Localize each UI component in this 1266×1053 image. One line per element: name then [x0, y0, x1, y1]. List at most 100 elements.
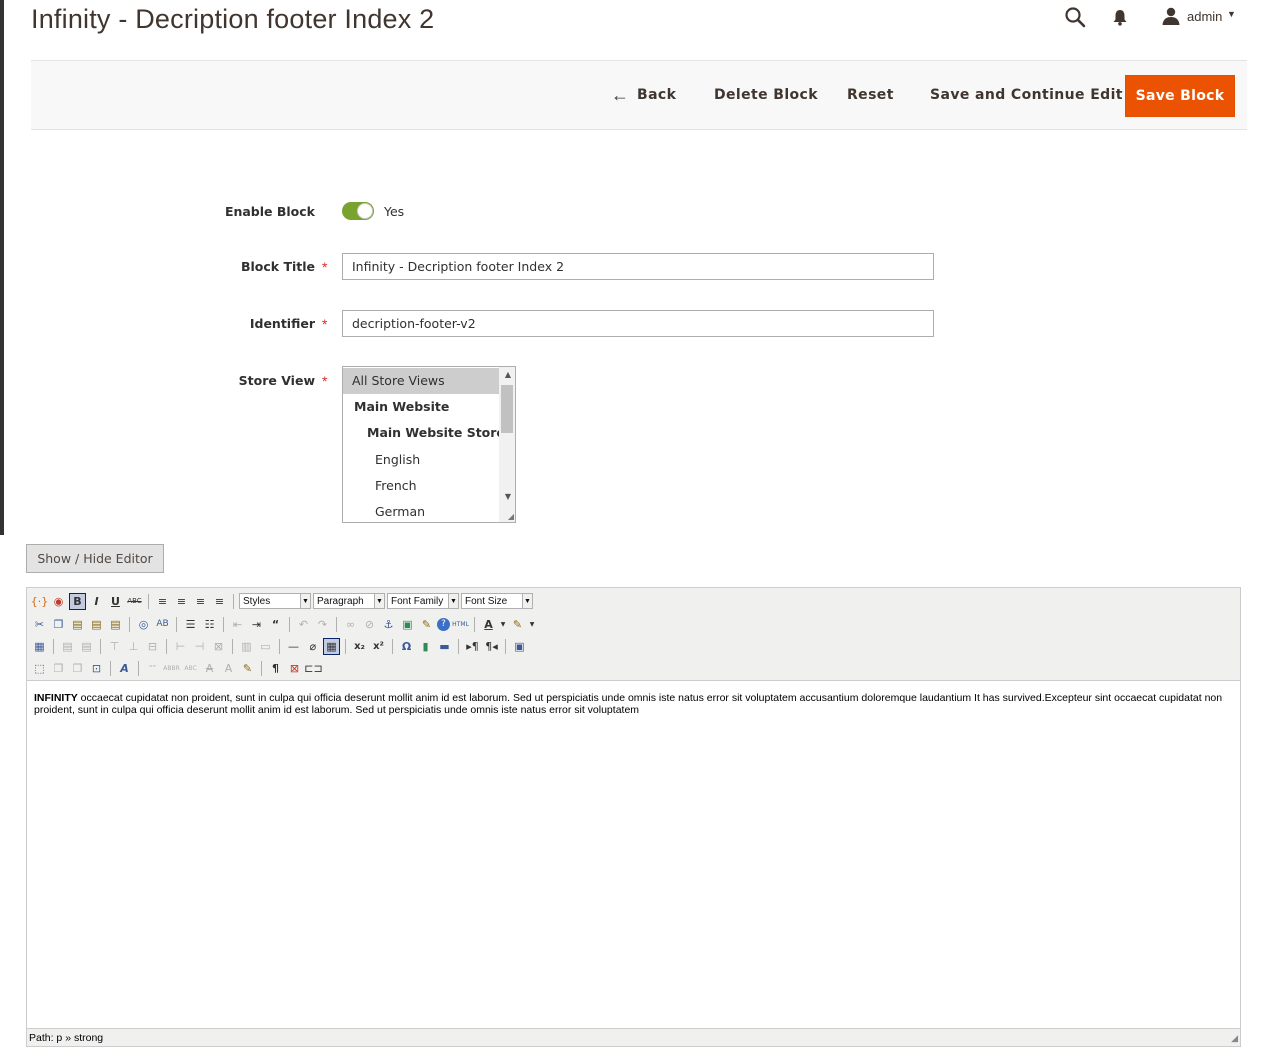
identifier-input[interactable]: decription-footer-v2: [342, 310, 934, 337]
save-block-button[interactable]: Save Block: [1125, 75, 1235, 117]
html-source-icon[interactable]: HTML: [452, 616, 469, 633]
remove-format-icon[interactable]: ⌀: [304, 638, 321, 655]
rtl-icon[interactable]: ¶◂: [483, 638, 500, 655]
page-break-icon[interactable]: ⊏⊐: [304, 660, 322, 677]
visual-aid-icon[interactable]: ▦: [323, 637, 340, 655]
acronym-icon[interactable]: ABC: [182, 660, 199, 677]
fullscreen-icon[interactable]: ▣: [511, 638, 528, 655]
reset-button[interactable]: Reset: [847, 87, 894, 103]
chevron-down-icon[interactable]: ▼: [528, 616, 536, 633]
editor-content[interactable]: INFINITY occaecat cupidatat non proident…: [34, 692, 1229, 716]
save-and-continue-button[interactable]: Save and Continue Edit: [930, 87, 1123, 103]
styles-dropdown[interactable]: Styles ▼: [239, 593, 311, 609]
help-icon[interactable]: ?: [437, 617, 450, 631]
align-left-icon[interactable]: ≡: [154, 593, 171, 610]
cleanup-icon[interactable]: ✎: [418, 616, 435, 633]
move-forward-icon[interactable]: ❐: [50, 660, 67, 677]
underline-icon[interactable]: U: [107, 593, 124, 610]
bold-icon[interactable]: B: [69, 592, 86, 610]
delete-row-icon[interactable]: ⊟: [144, 638, 161, 655]
row-before-icon[interactable]: ⊤: [106, 638, 123, 655]
redo-icon[interactable]: ↷: [314, 616, 331, 633]
resize-grip-icon[interactable]: ◢: [508, 512, 514, 521]
insert-table-icon[interactable]: ▦: [31, 638, 48, 655]
align-right-icon[interactable]: ≡: [192, 593, 209, 610]
del-icon[interactable]: A: [201, 660, 218, 677]
link-icon[interactable]: ∞: [342, 616, 359, 633]
store-option[interactable]: Main Website: [343, 394, 510, 420]
subscript-icon[interactable]: x₂: [351, 638, 368, 655]
scrollbar[interactable]: ▲ ▼: [499, 367, 515, 522]
chevron-down-icon[interactable]: ▼: [499, 616, 507, 633]
enable-block-toggle[interactable]: [342, 202, 374, 220]
superscript-icon[interactable]: x²: [370, 638, 387, 655]
copy-icon[interactable]: ❐: [50, 616, 67, 633]
style-props-icon[interactable]: A: [116, 660, 133, 677]
paste-icon[interactable]: ▤: [69, 616, 86, 633]
find-icon[interactable]: ◎: [135, 616, 152, 633]
unlink-icon[interactable]: ⊘: [361, 616, 378, 633]
admin-user-label[interactable]: admin: [1187, 9, 1222, 24]
search-icon[interactable]: [1064, 6, 1086, 28]
horizontal-rule-icon[interactable]: —: [285, 638, 302, 655]
image-insert-icon[interactable]: ◉: [50, 593, 67, 610]
block-title-input[interactable]: Infinity - Decription footer Index 2: [342, 253, 934, 280]
strikethrough-icon[interactable]: ABC: [126, 593, 143, 610]
numbered-list-icon[interactable]: ☷: [201, 616, 218, 633]
insert-layer-icon[interactable]: ⬚: [31, 660, 48, 677]
widget-icon[interactable]: {·}: [31, 593, 49, 610]
store-option[interactable]: All Store Views: [343, 368, 508, 394]
scroll-up-icon[interactable]: ▲: [505, 370, 511, 379]
cut-icon[interactable]: ✂: [31, 616, 48, 633]
non-breaking-icon[interactable]: ⊠: [286, 660, 303, 677]
scrollbar-thumb[interactable]: [501, 385, 513, 433]
ltr-icon[interactable]: ▸¶: [464, 638, 481, 655]
move-backward-icon[interactable]: ❐: [69, 660, 86, 677]
split-cells-icon[interactable]: ▥: [238, 638, 255, 655]
back-button[interactable]: Back: [637, 87, 676, 103]
anchor-icon[interactable]: ⚓: [380, 616, 397, 633]
indent-icon[interactable]: ⇥: [248, 616, 265, 633]
attribs-icon[interactable]: ✎: [239, 660, 256, 677]
italic-icon[interactable]: I: [88, 593, 105, 610]
abbr-icon[interactable]: ABBR: [163, 660, 180, 677]
cell-props-icon[interactable]: ▤: [78, 638, 95, 655]
store-option[interactable]: English: [343, 447, 515, 473]
paste-text-icon[interactable]: ▤: [88, 616, 105, 633]
merge-cells-icon[interactable]: ▭: [257, 638, 274, 655]
back-arrow-icon[interactable]: ←: [611, 85, 629, 106]
chevron-down-icon[interactable]: ▼: [1227, 9, 1236, 19]
advanced-hr-icon[interactable]: ▬: [436, 638, 453, 655]
special-char-icon[interactable]: Ω: [398, 638, 415, 655]
font-family-dropdown[interactable]: Font Family ▼: [387, 593, 459, 609]
outdent-icon[interactable]: ⇤: [229, 616, 246, 633]
store-option[interactable]: German: [343, 499, 515, 522]
blockquote-icon[interactable]: “: [267, 616, 284, 633]
store-option[interactable]: Main Website Store: [343, 420, 515, 446]
col-before-icon[interactable]: ⊢: [172, 638, 189, 655]
absolute-icon[interactable]: ⊡: [88, 660, 105, 677]
delete-col-icon[interactable]: ⊠: [210, 638, 227, 655]
show-hide-editor-button[interactable]: Show / Hide Editor: [26, 544, 164, 573]
replace-icon[interactable]: AB: [154, 616, 171, 633]
editor-resize-grip-icon[interactable]: ◢: [1231, 1033, 1238, 1044]
show-blocks-icon[interactable]: ¶: [267, 660, 284, 677]
image-icon[interactable]: ▣: [399, 616, 416, 633]
bullet-list-icon[interactable]: ☰: [182, 616, 199, 633]
bell-icon[interactable]: [1111, 8, 1129, 26]
row-props-icon[interactable]: ▤: [59, 638, 76, 655]
cite-icon[interactable]: “”: [144, 660, 161, 677]
paste-word-icon[interactable]: ▤: [107, 616, 124, 633]
align-center-icon[interactable]: ≡: [173, 593, 190, 610]
undo-icon[interactable]: ↶: [295, 616, 312, 633]
ins-icon[interactable]: A: [220, 660, 237, 677]
text-color-icon[interactable]: A: [480, 616, 497, 633]
row-after-icon[interactable]: ⊥: [125, 638, 142, 655]
font-size-dropdown[interactable]: Font Size ▼: [461, 593, 533, 609]
store-option[interactable]: French: [343, 473, 515, 499]
scroll-down-icon[interactable]: ▼: [505, 492, 511, 501]
store-view-multiselect[interactable]: All Store Views Main Website Main Websit…: [342, 366, 516, 523]
paragraph-dropdown[interactable]: Paragraph ▼: [313, 593, 385, 609]
background-color-icon[interactable]: ✎: [509, 616, 526, 633]
user-icon[interactable]: [1161, 7, 1181, 25]
